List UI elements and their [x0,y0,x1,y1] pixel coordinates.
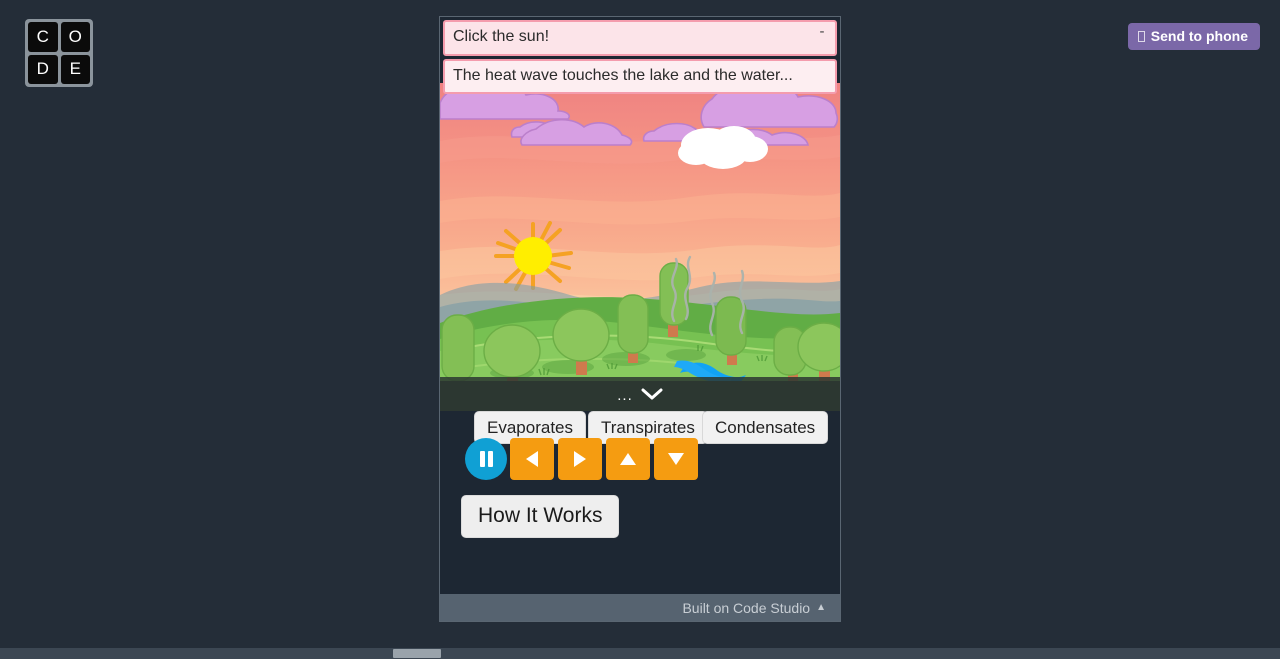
ellipsis-label: ... [617,387,633,404]
pause-button[interactable] [465,438,507,480]
arrow-right-button[interactable] [558,438,602,480]
triangle-right-icon [574,451,586,467]
scrollbar-thumb[interactable] [393,649,441,658]
pause-icon [479,451,493,467]
simulation-scene[interactable] [440,83,840,381]
arrow-up-button[interactable] [606,438,650,480]
phone-icon [1137,30,1145,42]
logo-tile-d: D [28,54,58,84]
horizontal-scrollbar[interactable] [0,648,1280,659]
triangle-down-icon [668,453,684,465]
logo-tile-o: O [60,22,90,52]
send-to-phone-button[interactable]: Send to phone [1127,23,1260,50]
control-button-row [440,438,840,484]
speech-bubble-stack: Click the sun! - The heat wave touches t… [440,17,840,97]
speech-bubble-secondary[interactable]: The heat wave touches the lake and the w… [443,58,837,95]
sun-icon [494,221,573,291]
scene-artwork [440,83,840,381]
app-frame: Click the sun! - The heat wave touches t… [439,16,841,622]
how-it-works-button[interactable]: How It Works [461,495,620,538]
send-to-phone-label: Send to phone [1150,28,1248,44]
page-root: C O D E Send to phone Click the sun! - T… [0,0,1280,659]
logo-tile-e: E [60,54,90,84]
speech-bubble-primary-text: Click the sun! [453,28,550,45]
arrow-left-button[interactable] [510,438,554,480]
logo-tile-c: C [28,22,58,52]
arrow-down-button[interactable] [654,438,698,480]
scene-collapse-strip[interactable]: ... [440,381,840,411]
triangle-left-icon [526,451,538,467]
speech-bubble-collapse-button[interactable]: - [815,23,829,41]
caret-up-icon: ▲ [816,602,826,613]
footer-label: Built on Code Studio [682,599,811,616]
triangle-up-icon [620,453,636,465]
built-on-code-studio-footer[interactable]: Built on Code Studio ▲ [440,594,840,621]
code-logo[interactable]: C O D E [25,19,93,87]
speech-bubble-secondary-text: The heat wave touches the lake and the w… [453,66,793,84]
chevron-down-icon[interactable] [641,387,663,406]
speech-bubble-primary[interactable]: Click the sun! - [443,20,837,56]
